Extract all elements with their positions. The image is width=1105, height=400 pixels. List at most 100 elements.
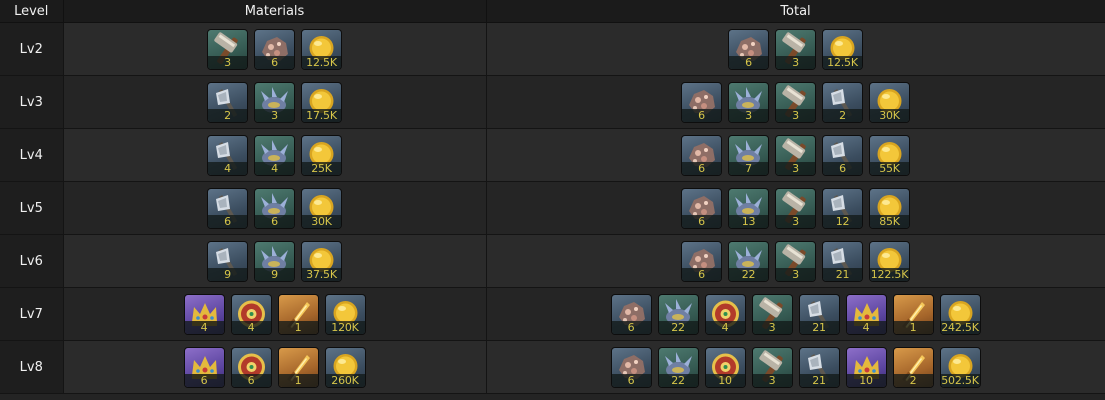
item-quantity: 1 — [278, 320, 318, 334]
total-item-ore[interactable]: 6 — [682, 241, 721, 281]
total-cell: 6 22 3 21 122.5K — [486, 234, 1105, 288]
total-item-hammer[interactable]: 3 — [776, 241, 815, 281]
total-item-shell[interactable]: 13 — [729, 188, 768, 228]
material-item-gold[interactable]: 37.5K — [302, 241, 341, 281]
level-column-header: Level — [0, 0, 64, 23]
total-item-orb[interactable]: 4 — [705, 294, 745, 334]
item-quantity: 6 — [682, 267, 721, 281]
item-quantity: 7 — [729, 161, 768, 175]
total-item-gold[interactable]: 242.5K — [940, 294, 980, 334]
total-item-axe[interactable]: 21 — [799, 294, 839, 334]
total-item-shell[interactable]: 3 — [729, 82, 768, 122]
materials-cell: 6 6 1 260K — [63, 340, 487, 394]
total-item-ore[interactable]: 6 — [611, 294, 651, 334]
item-quantity: 10 — [705, 373, 745, 387]
item-quantity: 4 — [705, 320, 745, 334]
material-item-axe[interactable]: 6 — [208, 188, 247, 228]
total-item-blade[interactable]: 2 — [893, 347, 933, 387]
total-item-axe[interactable]: 2 — [823, 82, 862, 122]
material-item-gold[interactable]: 17.5K — [302, 82, 341, 122]
total-item-axe[interactable]: 21 — [799, 347, 839, 387]
item-quantity: 55K — [870, 161, 909, 175]
total-item-gold[interactable]: 85K — [870, 188, 909, 228]
total-cell: 6 22 10 3 21 10 2 502.5K — [486, 340, 1105, 394]
item-quantity: 6 — [729, 55, 768, 69]
total-item-crown[interactable]: 10 — [846, 347, 886, 387]
item-quantity: 3 — [752, 373, 792, 387]
material-item-crown[interactable]: 6 — [184, 347, 224, 387]
material-item-gold[interactable]: 260K — [325, 347, 365, 387]
item-quantity: 12.5K — [302, 55, 341, 69]
material-item-gold[interactable]: 12.5K — [302, 29, 341, 69]
total-item-hammer[interactable]: 3 — [776, 29, 815, 69]
total-item-axe[interactable]: 21 — [823, 241, 862, 281]
total-item-gold[interactable]: 12.5K — [823, 29, 862, 69]
material-item-orb[interactable]: 6 — [231, 347, 271, 387]
total-item-ore[interactable]: 6 — [682, 135, 721, 175]
total-item-gold[interactable]: 55K — [870, 135, 909, 175]
total-item-ore[interactable]: 6 — [682, 82, 721, 122]
material-item-blade[interactable]: 1 — [278, 294, 318, 334]
material-item-axe[interactable]: 4 — [208, 135, 247, 175]
level-cell: Lv5 — [0, 181, 64, 235]
total-item-hammer[interactable]: 3 — [776, 82, 815, 122]
total-item-orb[interactable]: 10 — [705, 347, 745, 387]
total-item-hammer[interactable]: 3 — [752, 294, 792, 334]
total-item-shell[interactable]: 7 — [729, 135, 768, 175]
item-quantity: 3 — [776, 214, 815, 228]
material-item-shell[interactable]: 4 — [255, 135, 294, 175]
item-quantity: 6 — [611, 373, 651, 387]
item-quantity: 22 — [729, 267, 768, 281]
material-item-hammer[interactable]: 3 — [208, 29, 247, 69]
item-quantity: 1 — [893, 320, 933, 334]
level-cell: Lv6 — [0, 234, 64, 288]
material-item-shell[interactable]: 9 — [255, 241, 294, 281]
total-item-gold[interactable]: 122.5K — [870, 241, 909, 281]
total-item-gold[interactable]: 502.5K — [940, 347, 980, 387]
total-item-axe[interactable]: 12 — [823, 188, 862, 228]
material-item-orb[interactable]: 4 — [231, 294, 271, 334]
material-item-axe[interactable]: 2 — [208, 82, 247, 122]
item-quantity: 9 — [255, 267, 294, 281]
total-item-ore[interactable]: 6 — [729, 29, 768, 69]
total-cell: 6 3 3 2 30K — [486, 75, 1105, 129]
item-quantity: 2 — [823, 108, 862, 122]
total-item-ore[interactable]: 6 — [682, 188, 721, 228]
total-item-shell[interactable]: 22 — [729, 241, 768, 281]
item-quantity: 2 — [208, 108, 247, 122]
total-item-crown[interactable]: 4 — [846, 294, 886, 334]
material-item-axe[interactable]: 9 — [208, 241, 247, 281]
table-row: Lv8 6 6 1 260K 6 22 10 3 21 10 2 502.5K — [0, 340, 1105, 394]
total-cell: 6 22 4 3 21 4 1 242.5K — [486, 287, 1105, 341]
total-cell: 6 7 3 6 55K — [486, 128, 1105, 182]
item-quantity: 21 — [799, 320, 839, 334]
item-quantity: 22 — [658, 373, 698, 387]
item-quantity: 6 — [682, 214, 721, 228]
item-quantity: 13 — [729, 214, 768, 228]
item-quantity: 260K — [325, 373, 365, 387]
total-item-ore[interactable]: 6 — [611, 347, 651, 387]
total-item-gold[interactable]: 30K — [870, 82, 909, 122]
material-item-blade[interactable]: 1 — [278, 347, 318, 387]
material-item-gold[interactable]: 30K — [302, 188, 341, 228]
total-item-hammer[interactable]: 3 — [776, 188, 815, 228]
material-item-gold[interactable]: 25K — [302, 135, 341, 175]
total-item-hammer[interactable]: 3 — [752, 347, 792, 387]
material-item-ore[interactable]: 6 — [255, 29, 294, 69]
material-item-crown[interactable]: 4 — [184, 294, 224, 334]
material-item-gold[interactable]: 120K — [325, 294, 365, 334]
material-item-shell[interactable]: 6 — [255, 188, 294, 228]
total-item-hammer[interactable]: 3 — [776, 135, 815, 175]
table-row: Lv5 6 6 30K 6 13 3 12 85K — [0, 181, 1105, 235]
total-item-blade[interactable]: 1 — [893, 294, 933, 334]
item-quantity: 25K — [302, 161, 341, 175]
item-quantity: 6 — [208, 214, 247, 228]
item-quantity: 120K — [325, 320, 365, 334]
item-quantity: 4 — [184, 320, 224, 334]
total-item-shell[interactable]: 22 — [658, 294, 698, 334]
item-quantity: 30K — [870, 108, 909, 122]
material-item-shell[interactable]: 3 — [255, 82, 294, 122]
total-item-axe[interactable]: 6 — [823, 135, 862, 175]
total-item-shell[interactable]: 22 — [658, 347, 698, 387]
item-quantity: 3 — [776, 161, 815, 175]
